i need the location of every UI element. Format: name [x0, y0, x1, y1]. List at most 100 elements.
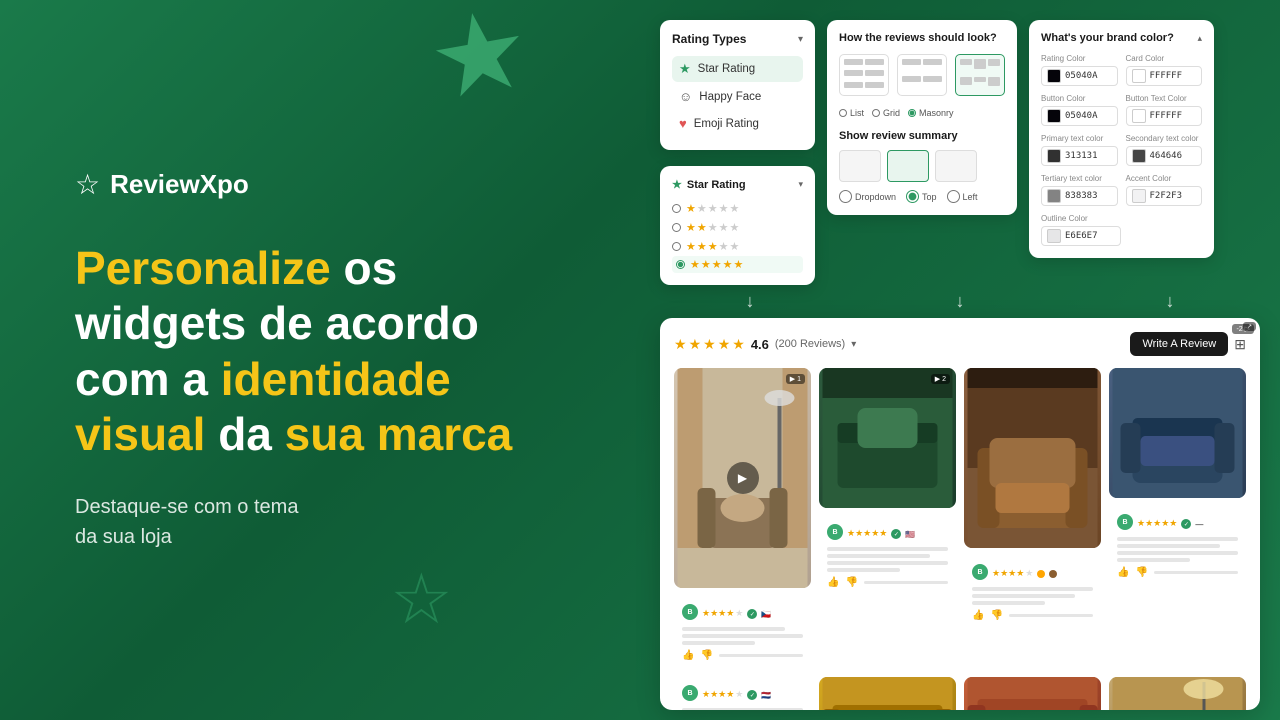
subtext-line1: Destaque-se com o tema — [75, 496, 298, 518]
layout-label-grid[interactable]: Grid — [872, 108, 900, 118]
star-rating-widget: ★ Star Rating ▾ ★★★★★ ★★★★★ — [660, 166, 815, 285]
color-input-outline[interactable]: E6E6E7 — [1041, 226, 1121, 246]
rating-option-emoji[interactable]: ♥ Emoji Rating — [672, 111, 803, 136]
stars-4: ★★★★★ — [690, 258, 743, 271]
subtext: Destaque-se com o tema da sua loja — [75, 492, 575, 552]
summary-dropdown[interactable] — [839, 150, 881, 182]
col-2: ▶ 2 B ★★★★★ ✓ 🇺🇸 — [819, 368, 956, 669]
color-tertiary-text: Tertiary text color 838383 — [1041, 174, 1118, 206]
filter-icon[interactable]: ⊞ — [1234, 336, 1246, 353]
arrows-row: ↓ ↓ ↓ — [660, 285, 1260, 318]
left-panel: ☆ ReviewXpo Personalize oswidgets de aco… — [35, 0, 615, 720]
rating-option-happy[interactable]: ☺ Happy Face — [672, 84, 803, 109]
star-row-4: ★★★★★ — [672, 256, 803, 273]
summary-left[interactable] — [935, 150, 977, 182]
layout-label-masonry[interactable]: Masonry — [908, 108, 954, 118]
masonry-grid-row2: B ★★★★★ ✓ 🇳🇱 — [674, 677, 1246, 710]
headline-part1: Personalize — [75, 242, 331, 294]
star-radio-2[interactable] — [672, 223, 681, 232]
verified-4: ✓ — [1181, 519, 1191, 529]
color-rating: Rating Color 05040A — [1041, 54, 1118, 86]
thumbup-4[interactable]: 👍 — [1117, 567, 1129, 578]
color-input-tertiary[interactable]: 838383 — [1041, 186, 1118, 206]
review-text-4: B ★★★★★ ✓ — 👍 � — [1109, 506, 1246, 586]
thumbup-2[interactable]: 👍 — [827, 577, 839, 588]
summary-label-left[interactable]: Left — [947, 190, 978, 203]
thumbup-1[interactable]: 👍 — [682, 650, 694, 661]
rating-column: Rating Types ▾ ★ Star Rating ☺ Happy Fac… — [660, 20, 815, 285]
thumbdown-4[interactable]: 👎 — [1135, 567, 1147, 578]
happy-option-icon: ☺ — [679, 89, 692, 104]
layout-masonry[interactable] — [955, 54, 1005, 96]
review-count: (200 Reviews) — [775, 338, 845, 350]
review-chevron-icon[interactable]: ▾ — [851, 339, 856, 350]
summary-title: Show review summary — [839, 130, 1005, 142]
star-radio-1[interactable] — [672, 204, 681, 213]
logo-star-icon: ☆ — [75, 168, 100, 201]
thumbup-3[interactable]: 👍 — [972, 610, 984, 621]
avatar-3: B — [972, 564, 988, 580]
star-rating-chevron[interactable]: ▾ — [798, 179, 803, 190]
review-card-r2-4: ↗ — [1109, 677, 1246, 710]
color-input-primary[interactable]: 313131 — [1041, 146, 1118, 166]
summary-top[interactable] — [887, 150, 929, 182]
color-input-button[interactable]: 05040A — [1041, 106, 1118, 126]
thumbdown-2[interactable]: 👎 — [845, 577, 857, 588]
summary-label-top[interactable]: Top — [906, 190, 937, 203]
play-button-1[interactable]: ▶ — [727, 462, 759, 494]
color-button-text: Button Text Color FFFFFF — [1126, 94, 1203, 126]
star-option-icon: ★ — [679, 61, 691, 77]
layout-label-list[interactable]: List — [839, 108, 864, 118]
review-card-2: ▶ 2 — [819, 368, 956, 508]
summary-labels: Dropdown Top Left — [839, 190, 1005, 203]
review-layout-widget: How the reviews should look? — [827, 20, 1017, 215]
summary-options — [839, 150, 1005, 182]
card-lines-1 — [682, 627, 803, 645]
review-stars: ★★★★★ — [674, 336, 745, 353]
star-radio-3[interactable] — [672, 242, 681, 251]
logo-text: ReviewXpo — [110, 169, 249, 200]
swatch-secondary — [1132, 149, 1146, 163]
swatch-card — [1132, 69, 1146, 83]
color-primary-text: Primary text color 313131 — [1041, 134, 1118, 166]
action-bar-1 — [719, 654, 803, 657]
layout-grid[interactable] — [897, 54, 947, 96]
summary-label-dropdown[interactable]: Dropdown — [839, 190, 896, 203]
avatar-1: B — [682, 604, 698, 620]
color-input-accent[interactable]: F2F2F3 — [1126, 186, 1203, 206]
thumbdown-3[interactable]: 👎 — [990, 610, 1002, 621]
color-input-rating[interactable]: 05040A — [1041, 66, 1118, 86]
review-card-r2-3 — [964, 677, 1101, 710]
review-card-r2-1: B ★★★★★ ✓ 🇳🇱 — [674, 677, 811, 710]
card-lines-4 — [1117, 537, 1238, 562]
card-lines-2 — [827, 547, 948, 572]
color-input-button-text[interactable]: FFFFFF — [1126, 106, 1203, 126]
emoji-option-icon: ♥ — [679, 116, 687, 131]
brand-color-widget: What's your brand color? ▴ Rating Color … — [1029, 20, 1214, 258]
rating-option-star[interactable]: ★ Star Rating — [672, 56, 803, 82]
swatch-button-text — [1132, 109, 1146, 123]
subtext-line2: da sua loja — [75, 526, 172, 548]
headline-part5: sua marca — [285, 408, 513, 460]
write-review-button[interactable]: Write A Review — [1130, 332, 1228, 356]
card-stars-r2-1: ★★★★★ — [702, 689, 743, 700]
avatar-2: B — [827, 524, 843, 540]
review-text-r2-1: B ★★★★★ ✓ 🇳🇱 — [674, 677, 811, 710]
logo: ☆ ReviewXpo — [75, 168, 575, 201]
brand-color-title: What's your brand color? — [1041, 32, 1174, 44]
color-input-card[interactable]: FFFFFF — [1126, 66, 1203, 86]
thumbdown-1[interactable]: 👎 — [700, 650, 712, 661]
layout-list[interactable] — [839, 54, 889, 96]
brand-color-chevron[interactable]: ▴ — [1197, 33, 1202, 44]
review-card-1: ▶ ▶ 1 — [674, 368, 811, 588]
card-stars-4: ★★★★★ — [1137, 518, 1177, 529]
color-input-secondary[interactable]: 464646 — [1126, 146, 1203, 166]
rating-types-chevron[interactable]: ▾ — [798, 34, 803, 45]
star-rating-title: ★ Star Rating — [672, 178, 746, 191]
color-button: Button Color 05040A — [1041, 94, 1118, 126]
layout-labels: List Grid Masonry — [839, 108, 1005, 118]
happy-option-label: Happy Face — [699, 91, 761, 103]
star-radio-4[interactable] — [676, 260, 685, 269]
star-row-2: ★★★★★ — [672, 218, 803, 237]
col-3: -2 ▷ B ★★★★★ — [964, 368, 1101, 669]
